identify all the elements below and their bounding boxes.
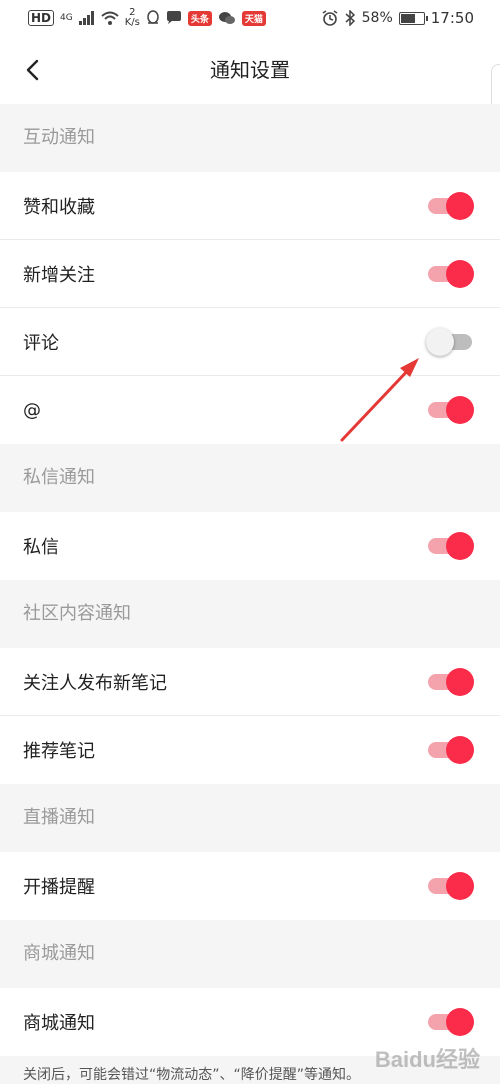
live-reminder-toggle[interactable] xyxy=(428,872,474,900)
setting-row-mentions[interactable]: @ xyxy=(0,376,500,444)
battery-icon xyxy=(398,11,428,25)
setting-row-private-message[interactable]: 私信 xyxy=(0,512,500,580)
setting-row-followed-new-notes[interactable]: 关注人发布新笔记 xyxy=(0,648,500,716)
hd-indicator: HD xyxy=(28,10,55,26)
section-header-private-message: 私信通知 xyxy=(0,444,500,512)
battery-percent: 58% xyxy=(361,10,393,26)
setting-row-recommended-notes[interactable]: 推荐笔记 xyxy=(0,716,500,784)
setting-label: 商城通知 xyxy=(23,1013,95,1034)
setting-row-likes-collects[interactable]: 赞和收藏 xyxy=(0,172,500,240)
setting-row-live-reminder[interactable]: 开播提醒 xyxy=(0,852,500,920)
clock: 17:50 xyxy=(430,9,474,27)
comments-toggle[interactable] xyxy=(426,328,472,356)
setting-label: 关注人发布新笔记 xyxy=(23,673,167,694)
section-header-interaction: 互动通知 xyxy=(0,104,500,172)
nav-bar: 通知设置 xyxy=(0,36,500,104)
followed-new-notes-toggle[interactable] xyxy=(428,668,474,696)
speed-unit: K/s xyxy=(124,17,140,28)
mentions-toggle[interactable] xyxy=(428,396,474,424)
signal-icon xyxy=(78,11,94,25)
watermark: Baidu经验 xyxy=(374,1047,480,1072)
private-message-toggle[interactable] xyxy=(428,532,474,560)
setting-row-new-followers[interactable]: 新增关注 xyxy=(0,240,500,308)
qq-icon xyxy=(147,10,159,24)
network-type: 4G xyxy=(60,12,73,23)
settings-list: 互动通知 赞和收藏 新增关注 评论 @ 私信通知 私信 社区内容通知 关注人发布… xyxy=(0,104,500,1084)
new-followers-toggle[interactable] xyxy=(428,260,474,288)
likes-collects-toggle[interactable] xyxy=(428,192,474,220)
setting-label: 开播提醒 xyxy=(23,877,95,898)
status-bar: HD 4G 2 K/s 头条 天猫 58% 17:50 xyxy=(0,0,500,36)
mall-toggle[interactable] xyxy=(428,1008,474,1036)
network-speed: 2 K/s xyxy=(125,8,140,28)
status-right: 58% 17:50 xyxy=(322,9,474,27)
message-icon xyxy=(166,11,181,24)
setting-label: 赞和收藏 xyxy=(23,197,95,218)
setting-row-comments[interactable]: 评论 xyxy=(0,308,500,376)
bluetooth-icon xyxy=(345,10,355,26)
wechat-icon xyxy=(218,12,235,24)
setting-label: 私信 xyxy=(23,537,59,558)
section-header-live: 直播通知 xyxy=(0,784,500,852)
alarm-icon xyxy=(322,10,338,26)
wifi-icon xyxy=(101,11,119,25)
tmall-badge: 天猫 xyxy=(241,10,266,26)
setting-label: @ xyxy=(23,399,41,421)
page-title: 通知设置 xyxy=(210,58,290,82)
setting-label: 评论 xyxy=(23,333,59,354)
setting-label: 推荐笔记 xyxy=(23,741,95,762)
section-header-mall: 商城通知 xyxy=(0,920,500,988)
recommended-notes-toggle[interactable] xyxy=(428,736,474,764)
status-left: HD 4G 2 K/s 头条 天猫 xyxy=(28,8,266,28)
setting-label: 新增关注 xyxy=(23,265,95,286)
section-header-community: 社区内容通知 xyxy=(0,580,500,648)
toutiao-badge: 头条 xyxy=(187,10,212,26)
